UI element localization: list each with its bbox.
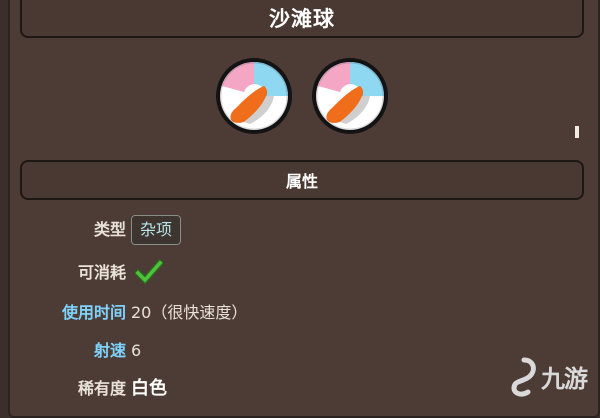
beach-ball-sprite bbox=[216, 58, 292, 134]
checkmark-icon bbox=[135, 259, 163, 285]
type-row: 类型 杂项 bbox=[0, 215, 600, 245]
logo-icon bbox=[511, 357, 536, 397]
corner-mark bbox=[575, 126, 579, 138]
use-time-label: 使用时间 bbox=[61, 303, 126, 322]
velocity-label: 射速 bbox=[93, 341, 126, 360]
site-watermark: 九游 bbox=[506, 356, 598, 398]
consumable-label: 可消耗 bbox=[77, 263, 126, 282]
item-sprites bbox=[214, 56, 394, 138]
velocity-value: 6 bbox=[131, 341, 142, 360]
watermark-text: 九游 bbox=[541, 365, 588, 393]
use-time-row: 使用时间 20（很快速度） bbox=[0, 298, 600, 328]
item-name: 沙滩球 bbox=[269, 7, 335, 31]
use-time-value: 20（很快速度） bbox=[131, 303, 248, 322]
consumable-row: 可消耗 bbox=[0, 258, 600, 288]
type-label: 类型 bbox=[93, 220, 126, 239]
type-tag[interactable]: 杂项 bbox=[131, 215, 182, 245]
beach-ball-sprite bbox=[312, 58, 388, 134]
item-name-header: 沙滩球 bbox=[20, 0, 584, 38]
attributes-header: 属性 bbox=[20, 160, 584, 200]
section-title: 属性 bbox=[285, 172, 318, 191]
